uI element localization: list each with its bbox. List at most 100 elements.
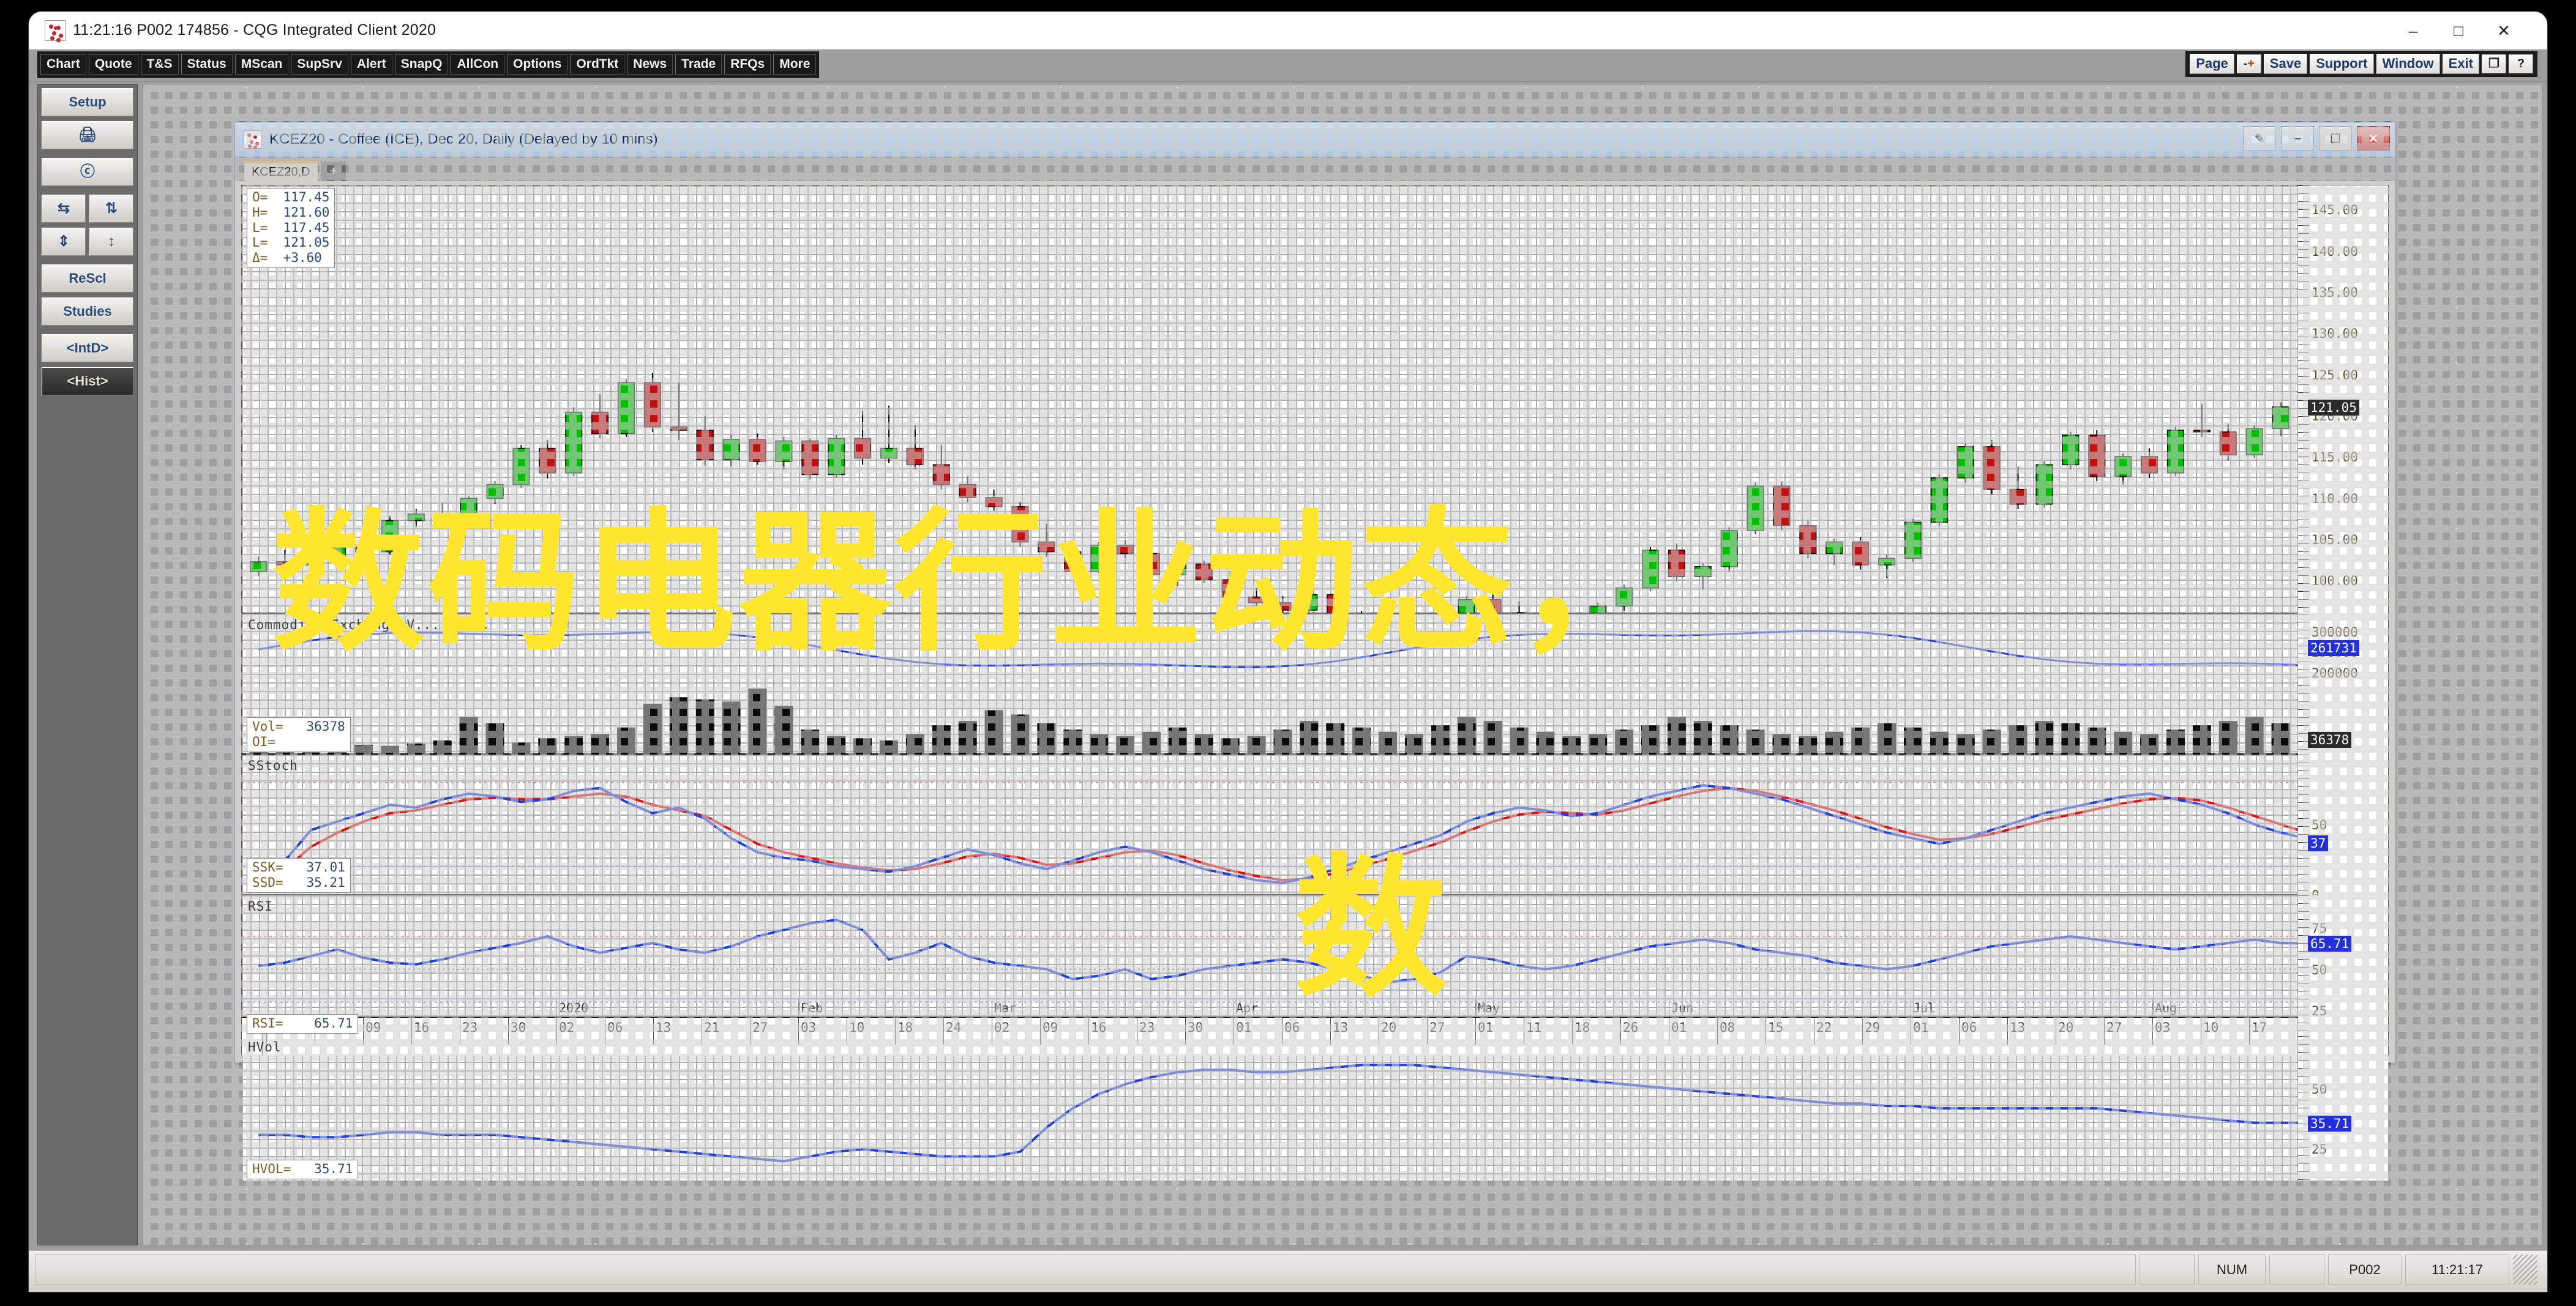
axis-tick-label: 50 xyxy=(2312,818,2327,832)
rsi-tickmarks xyxy=(2298,895,2309,1036)
candlestick-series xyxy=(250,373,2290,613)
tool-button-setup[interactable]: Setup xyxy=(42,88,133,116)
chart-tab-kcez20-d[interactable]: KCEZ20,D xyxy=(244,161,318,181)
chart-link-button[interactable]: ✎ xyxy=(2243,126,2276,151)
rsi-scale[interactable]: 75 50 25 65.71 xyxy=(2297,895,2388,1036)
chart-tab--[interactable]: + xyxy=(320,159,346,181)
sstoch-scale[interactable]: 50037 xyxy=(2297,755,2388,903)
hvol-pane[interactable]: HVol HVOL= 35.71 xyxy=(242,1036,2297,1181)
month-label: Mar xyxy=(991,999,1017,1015)
hvol-series xyxy=(258,1064,2297,1163)
tool-icon-button-4-0[interactable]: ⇕ xyxy=(42,228,86,256)
close-button[interactable]: ✕ xyxy=(2481,17,2526,45)
action-button--[interactable]: ? xyxy=(2509,54,2533,73)
date-tick-label: 09 xyxy=(1040,1018,1058,1045)
tool-row-1: 🖨 xyxy=(42,121,133,149)
sstoch-pane[interactable]: SStoch SSK= 37.01 SSD= 35.21 xyxy=(242,755,2297,895)
minimize-button[interactable]: – xyxy=(2391,17,2436,45)
date-tick-label: 27 xyxy=(2104,1018,2122,1045)
rsi-pane-label: RSI xyxy=(248,899,273,914)
date-tick-label: 01 xyxy=(1911,1018,1928,1045)
menu-button-options[interactable]: Options xyxy=(507,54,568,75)
date-tick-label: 10 xyxy=(2201,1018,2218,1045)
menu-button-trade[interactable]: Trade xyxy=(675,54,722,75)
tool-row-2: ⓒ xyxy=(42,158,133,186)
action-button--[interactable]: ❐ xyxy=(2482,54,2506,73)
rsi-legend: RSI= 65.71 xyxy=(247,1014,359,1034)
tool-icon-button-3-1[interactable]: ⇅ xyxy=(89,195,133,223)
hvol-legend: HVOL= 35.71 xyxy=(247,1160,359,1179)
window-controls[interactable]: – □ ✕ xyxy=(2391,17,2526,45)
price-scale[interactable]: 145.00 140.00 135.00 130.00 125.00 120.00 115.… xyxy=(2297,185,2388,614)
menu-button-mscan[interactable]: MScan xyxy=(234,54,289,75)
tool-row-0: Setup xyxy=(42,88,133,116)
volume-series xyxy=(249,630,2297,753)
menu-button-news[interactable]: News xyxy=(627,54,673,75)
tool-button--hist-[interactable]: <Hist> xyxy=(42,367,133,395)
current-value-label: 36378 xyxy=(2308,731,2352,748)
date-tick-label: 03 xyxy=(798,1018,816,1045)
menu-button-more[interactable]: More xyxy=(773,54,817,75)
axis-tick-label: 135.00 xyxy=(2312,285,2358,300)
tool-button-studies[interactable]: Studies xyxy=(42,297,133,326)
date-tick-label: 24 xyxy=(943,1018,961,1045)
tool-icon-button-3-0[interactable]: ⇆ xyxy=(42,195,86,223)
chart-window: KCEZ20 - Coffee (ICE), Dec 20, Daily (De… xyxy=(234,121,2396,1181)
chart-close-button[interactable]: ✕ xyxy=(2357,126,2390,151)
month-label: Apr xyxy=(1233,999,1259,1015)
date-tick-label: 29 xyxy=(1862,1018,1880,1045)
date-tick-label: 06 xyxy=(1282,1018,1300,1045)
chart-minimize-button[interactable]: – xyxy=(2281,126,2314,151)
date-tick-label: 08 xyxy=(1717,1018,1735,1045)
action-button-page[interactable]: Page xyxy=(2190,54,2234,74)
menu-button-chart[interactable]: Chart xyxy=(40,54,86,75)
axis-tick-label: 125.00 xyxy=(2312,367,2358,382)
menu-button-snapq[interactable]: SnapQ xyxy=(394,54,449,75)
sstoch-pane-label: SStoch xyxy=(248,758,298,773)
menu-button-allcon[interactable]: AllCon xyxy=(451,54,505,75)
price-pane[interactable]: O= 117.45 H= 121.60 L= 117.45 L= 121.05 … xyxy=(242,185,2297,614)
axis-tick-label: 145.00 xyxy=(2312,203,2358,218)
axis-tick-label: 50 xyxy=(2312,1081,2327,1097)
menu-button-quote[interactable]: Quote xyxy=(88,54,138,75)
month-label: Feb xyxy=(798,999,823,1015)
tool-button--intd-[interactable]: <IntD> xyxy=(42,334,133,362)
tool-button-rescl[interactable]: ReScl xyxy=(42,264,133,293)
tool-icon-button-4-1[interactable]: ↕ xyxy=(89,228,133,256)
month-label: Jun xyxy=(1668,999,1694,1015)
date-tick-label: 23 xyxy=(460,1018,477,1045)
tool-button--[interactable]: 🖨 xyxy=(42,121,133,149)
menu-button-t-s[interactable]: T&S xyxy=(140,54,179,75)
menu-button-ordtkt[interactable]: OrdTkt xyxy=(570,54,625,75)
action-button-exit[interactable]: Exit xyxy=(2442,54,2479,74)
tool-row-3: ⇆ ⇅ xyxy=(42,195,133,223)
maximize-button[interactable]: □ xyxy=(2436,17,2481,45)
action-button--[interactable]: -+ xyxy=(2236,54,2261,73)
chart-restore-button[interactable]: ☐ xyxy=(2319,126,2352,151)
menu-button-rfqs[interactable]: RFQs xyxy=(724,54,771,75)
volume-pane[interactable]: Commodity Exchange V... & ... Vol= 36378… xyxy=(242,614,2297,755)
action-button-window[interactable]: Window xyxy=(2376,54,2440,74)
volume-scale[interactable]: 30000025000020000036378261731 xyxy=(2297,614,2388,755)
date-tick-label: 03 xyxy=(2152,1018,2170,1045)
ohlc-legend: O= 117.45 H= 121.60 L= 117.45 L= 121.05 … xyxy=(247,188,335,268)
volume-legend: Vol= 36378 OI= xyxy=(247,717,351,752)
action-button-support[interactable]: Support xyxy=(2310,54,2374,74)
menu-button-supsrv[interactable]: SupSrv xyxy=(291,54,348,75)
date-tick-label: 06 xyxy=(1959,1018,1977,1045)
chart-window-controls: ✎ – ☐ ✕ xyxy=(2243,126,2390,151)
month-label: Aug xyxy=(2152,999,2177,1015)
chart-window-icon xyxy=(244,130,262,149)
action-button-save[interactable]: Save xyxy=(2263,54,2308,74)
highlight-value-label: 261731 xyxy=(2308,640,2359,656)
date-axis[interactable]: 2502091623300206132127031018240209162330… xyxy=(242,1017,2297,1056)
resize-grip[interactable] xyxy=(2513,1255,2537,1285)
hvol-scale[interactable]: 50 25 35.71 xyxy=(2297,1036,2388,1181)
axis-tick-label: 105.00 xyxy=(2312,532,2358,547)
menu-button-alert[interactable]: Alert xyxy=(350,54,392,75)
highlight-value-label: 65.71 xyxy=(2308,936,2352,952)
tool-button--[interactable]: ⓒ xyxy=(42,158,133,186)
menu-button-status[interactable]: Status xyxy=(181,54,233,75)
date-tick-label: 26 xyxy=(1620,1018,1638,1045)
status-spacer-cell xyxy=(2140,1255,2195,1285)
